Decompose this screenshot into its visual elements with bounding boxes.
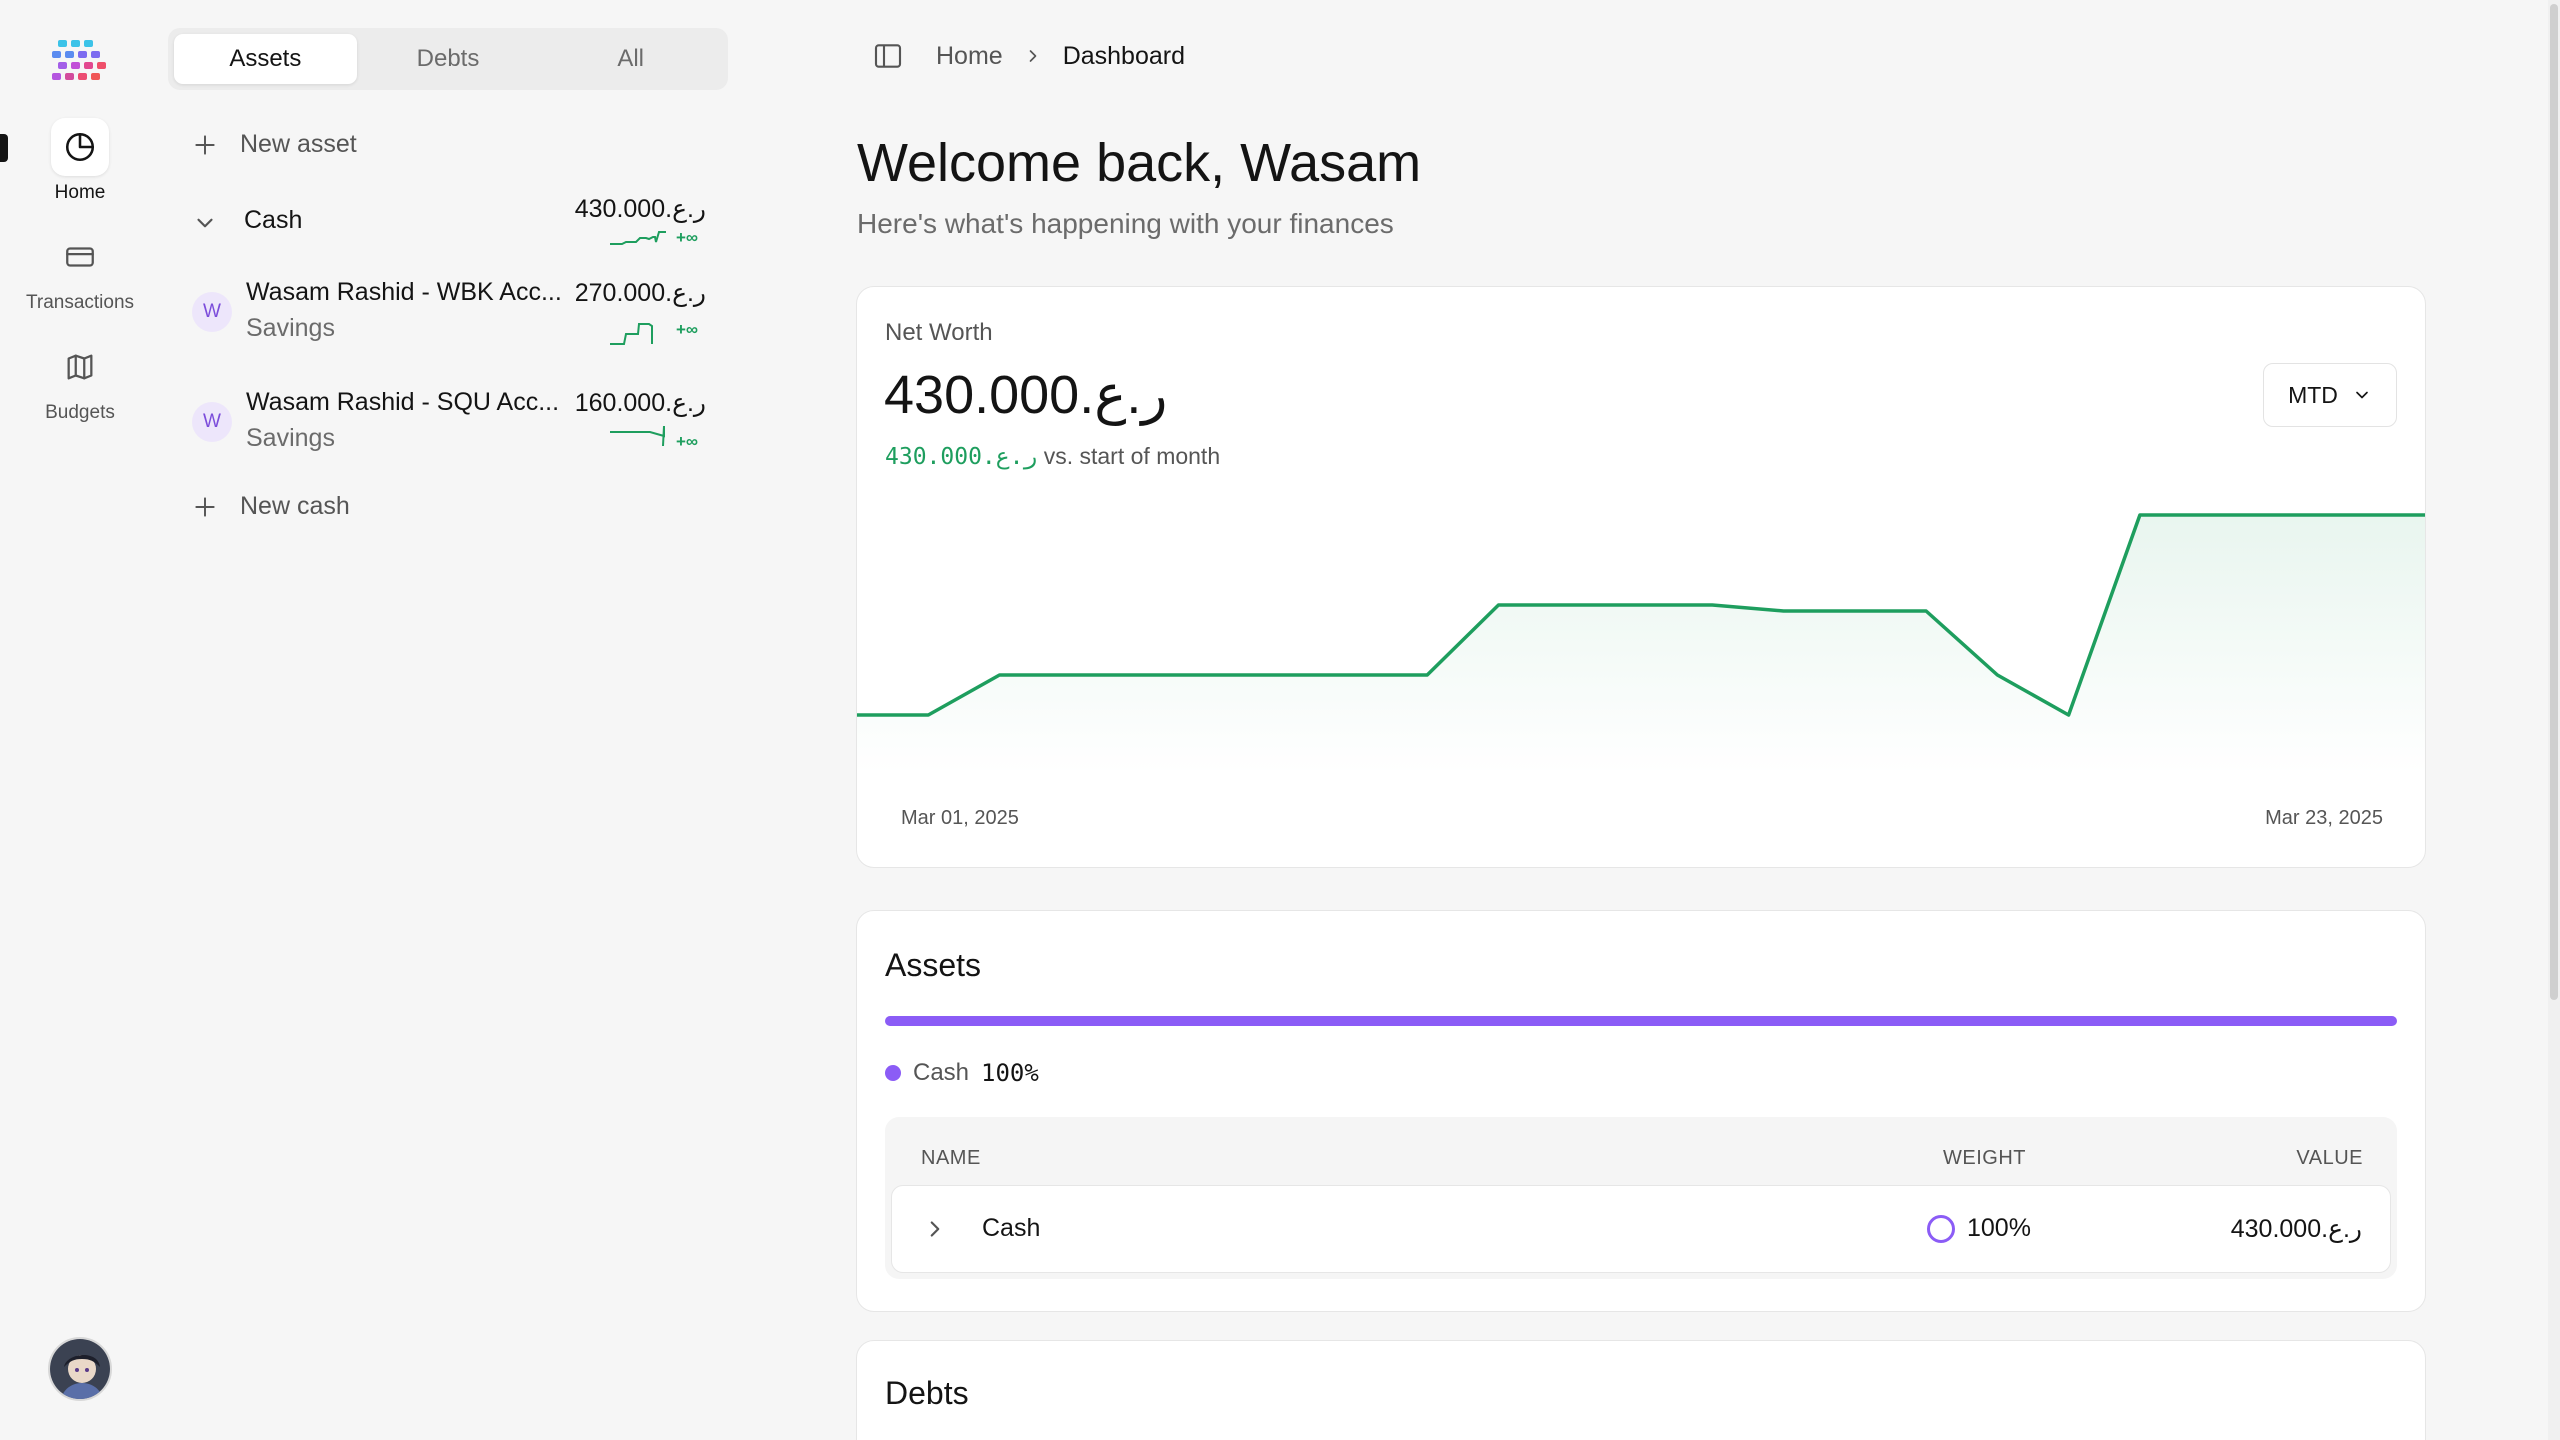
breadcrumb: Home Dashboard	[872, 40, 1185, 72]
nav-transactions-label: Transactions	[25, 292, 135, 313]
nav-budgets-label: Budgets	[45, 402, 115, 423]
chevron-right-icon[interactable]	[922, 1216, 948, 1242]
account-amount: 270.000.ر.ع	[574, 279, 706, 307]
net-worth-label: Net Worth	[885, 319, 993, 346]
assets-title: Assets	[885, 947, 982, 983]
user-avatar[interactable]	[48, 1337, 112, 1401]
cash-group-amount: 430.000.ر.ع	[574, 195, 706, 223]
net-worth-change-value: 430.000.ر.ع	[885, 444, 1038, 470]
account-sparkline	[610, 425, 665, 447]
breadcrumb-current: Dashboard	[1062, 41, 1185, 70]
scrollbar-thumb[interactable]	[2550, 4, 2558, 1000]
chevron-down-icon	[2356, 391, 2368, 399]
legend-dot	[885, 1065, 901, 1081]
legend-name: Cash	[913, 1059, 970, 1086]
column-header-name: NAME	[921, 1147, 981, 1169]
account-name: Wasam Rashid - SQU Acc...	[246, 388, 560, 416]
allocation-bar	[885, 1016, 2397, 1026]
account-avatar: W	[192, 402, 232, 442]
cash-group-name: Cash	[244, 206, 303, 234]
chart-x-end-label: Mar 23, 2025	[2265, 807, 2383, 829]
column-header-weight: WEIGHT	[1943, 1147, 2026, 1169]
account-trend: +∞	[676, 432, 699, 451]
chart-x-start-label: Mar 01, 2025	[901, 807, 1019, 829]
row-weight: 100%	[1927, 1214, 2031, 1243]
cash-group-trend: +∞	[676, 228, 699, 247]
chevron-down-icon	[197, 218, 213, 228]
debts-title: Debts	[885, 1375, 969, 1411]
account-amount: 160.000.ر.ع	[574, 389, 706, 417]
account-type: Savings	[246, 424, 335, 452]
account-name: Wasam Rashid - WBK Acc...	[246, 278, 562, 306]
chart-area-fill	[857, 515, 2425, 775]
net-worth-change-text: vs. start of month	[1043, 443, 1221, 469]
accounts-panel: Assets Debts All New asset Cash 430.000.…	[168, 0, 732, 1440]
period-select[interactable]: MTD	[2263, 363, 2397, 427]
tab-debts[interactable]: Debts	[357, 34, 540, 84]
account-row[interactable]: W Wasam Rashid - WBK Acc... Savings 270.…	[192, 278, 728, 358]
page-title: Welcome back, Wasam	[857, 133, 1422, 193]
account-type-tabs: Assets Debts All	[168, 28, 728, 90]
allocation-legend: Cash 100%	[885, 1059, 1039, 1087]
nav-home[interactable]: Home	[0, 118, 160, 204]
weight-ring-icon	[1927, 1214, 1955, 1243]
breadcrumb-home[interactable]: Home	[936, 42, 1003, 71]
new-asset-button[interactable]: New asset	[192, 130, 357, 159]
account-type: Savings	[246, 314, 335, 342]
legend-percent: 100%	[981, 1059, 1039, 1087]
nav-transactions[interactable]: Transactions	[0, 228, 160, 314]
nav-budgets[interactable]: Budgets	[0, 338, 160, 424]
sidebar-toggle-icon[interactable]	[872, 40, 904, 72]
page-scrollbar[interactable]	[2548, 0, 2560, 1440]
new-asset-label: New asset	[240, 130, 357, 158]
row-name: Cash	[982, 1214, 1041, 1242]
assets-table: NAME WEIGHT VALUE Cash 100% 430.000.ر.ع	[885, 1117, 2397, 1279]
app-logo[interactable]	[52, 40, 108, 80]
account-avatar: W	[192, 292, 232, 332]
net-worth-change: 430.000.ر.ع vs. start of month	[885, 443, 1220, 470]
table-row[interactable]: Cash 100% 430.000.ر.ع	[891, 1185, 2391, 1273]
column-header-value: VALUE	[2296, 1147, 2363, 1169]
account-trend: +∞	[676, 320, 699, 339]
cash-group-row[interactable]: Cash 430.000.ر.ع +∞	[192, 195, 728, 252]
account-sparkline	[610, 323, 653, 345]
period-select-value: MTD	[2288, 381, 2338, 408]
map-icon	[51, 338, 109, 396]
cash-sparkline	[610, 231, 666, 245]
new-cash-button[interactable]: New cash	[192, 492, 350, 521]
plus-icon	[195, 496, 215, 517]
net-worth-chart	[857, 513, 2425, 775]
credit-card-icon	[51, 228, 109, 286]
debts-card: Debts	[856, 1340, 2426, 1440]
page-subtitle: Here's what's happening with your financ…	[857, 208, 1394, 239]
plus-icon	[195, 134, 215, 155]
new-cash-label: New cash	[240, 492, 350, 520]
pie-chart-icon	[51, 118, 109, 176]
tab-all[interactable]: All	[539, 34, 722, 84]
row-weight-value: 100%	[1967, 1214, 2031, 1242]
net-worth-card: Net Worth 430.000.ر.ع 430.000.ر.ع vs. st…	[856, 286, 2426, 868]
assets-card: Assets Cash 100% NAME WEIGHT VALUE Cash …	[856, 910, 2426, 1312]
nav-home-label: Home	[54, 182, 106, 203]
account-row[interactable]: W Wasam Rashid - SQU Acc... Savings 160.…	[192, 388, 728, 468]
tab-assets[interactable]: Assets	[174, 34, 357, 84]
net-worth-value: 430.000.ر.ع	[884, 365, 1168, 425]
sidebar-rail: Home Transactions Budgets	[0, 0, 160, 1440]
chevron-right-icon	[1029, 50, 1037, 62]
row-value: 430.000.ر.ع	[2230, 1215, 2362, 1243]
